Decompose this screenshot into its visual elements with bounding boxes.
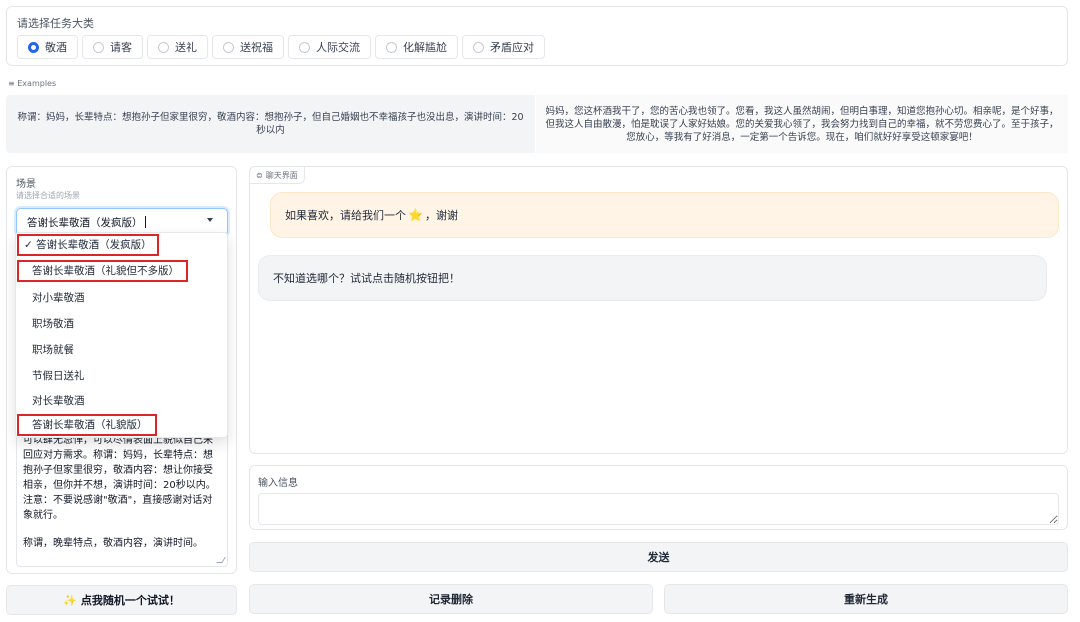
- input-label: 输入信息: [258, 478, 298, 489]
- chat-label: ⊜ 聊天界面: [250, 167, 305, 184]
- dropdown-option[interactable]: ✓ 答谢长辈敬酒（发疯版）: [17, 234, 159, 256]
- radio-option-6[interactable]: 矛盾应对: [462, 35, 545, 59]
- dropdown-option[interactable]: 对长辈敬酒: [18, 391, 85, 411]
- radio-option-4[interactable]: 人际交流: [288, 35, 371, 59]
- scene-select-value: 答谢长辈敬酒（发疯版）: [27, 216, 143, 229]
- task-category-panel: 请选择任务大类 敬酒 请客 送礼 送祝福 人际交流 化解尴尬 矛盾应对: [6, 6, 1068, 66]
- radio-option-1[interactable]: 请客: [82, 35, 143, 59]
- radio-option-0[interactable]: 敬酒: [17, 35, 78, 59]
- clear-history-button[interactable]: 记录删除: [249, 584, 653, 614]
- radio-dot[interactable]: [28, 41, 39, 53]
- radio-label: 化解尴尬: [403, 41, 447, 54]
- list-icon: ≡: [8, 79, 15, 88]
- chat-message-user: 不知道选哪个？试试点击随机按钮把！: [258, 255, 1047, 301]
- text-cursor: [144, 216, 146, 228]
- scene-dropdown-list: ✓ 答谢长辈敬酒（发疯版） 答谢长辈敬酒（礼貌但不多版） 对小辈敬酒 职场敬酒 …: [15, 232, 228, 438]
- input-panel: 输入信息: [249, 465, 1068, 530]
- resize-handle[interactable]: [216, 557, 226, 563]
- example-cell-output[interactable]: 妈妈，您这杯酒我干了，您的苦心我也领了。您看，我这人虽然胡闹，但明白事理，知道您…: [536, 95, 1068, 153]
- radio-dot[interactable]: [223, 41, 234, 53]
- radio-label: 请客: [110, 41, 132, 54]
- radio-dot[interactable]: [386, 41, 397, 53]
- radio-label: 送祝福: [240, 41, 273, 54]
- radio-option-2[interactable]: 送礼: [147, 35, 208, 59]
- dropdown-option[interactable]: 答谢长辈敬酒（礼貌版）: [17, 414, 157, 436]
- scene-title: 场景: [16, 179, 36, 190]
- task-category-radio-group: 敬酒 请客 送礼 送祝福 人际交流 化解尴尬 矛盾应对: [17, 35, 545, 59]
- radio-dot[interactable]: [93, 41, 104, 53]
- examples-label: ≡ Examples: [8, 79, 57, 88]
- radio-dot[interactable]: [158, 41, 169, 53]
- radio-label: 人际交流: [316, 41, 360, 54]
- radio-label: 敬酒: [45, 41, 67, 54]
- dropdown-option[interactable]: 职场敬酒: [18, 314, 74, 334]
- random-try-button[interactable]: ✨ 点我随机一个试试！: [6, 585, 237, 615]
- radio-label: 送礼: [175, 41, 197, 54]
- dropdown-option[interactable]: 对小辈敬酒: [18, 288, 85, 308]
- chat-panel: ⊜ 聊天界面 如果喜欢，请给我们一个 ⭐ ，谢谢 不知道选哪个？试试点击随机按钮…: [249, 166, 1068, 454]
- send-button[interactable]: 发送: [249, 542, 1068, 572]
- chat-message-bot: 如果喜欢，请给我们一个 ⭐ ，谢谢: [270, 192, 1059, 238]
- random-try-label: 点我随机一个试试！: [80, 594, 180, 607]
- scene-prompt-textarea[interactable]: 可以肆无忌惮，可以尽情表面上貌似自己来 回应对方需求。称谓：妈妈，长辈特点：想 …: [16, 427, 228, 567]
- dropdown-option[interactable]: 职场就餐: [18, 340, 74, 360]
- regenerate-button[interactable]: 重新生成: [664, 584, 1068, 614]
- dropdown-option[interactable]: 答谢长辈敬酒（礼貌但不多版）: [17, 260, 188, 282]
- examples-table: 称谓：妈妈，长辈特点：想抱孙子但家里很穷，敬酒内容：想抱孙子，但自己婚姻也不幸福…: [6, 95, 1068, 153]
- radio-dot[interactable]: [473, 41, 484, 53]
- dropdown-option[interactable]: 节假日送礼: [18, 366, 85, 386]
- radio-dot[interactable]: [299, 41, 310, 53]
- magic-wand-icon: ✨: [63, 593, 77, 607]
- task-category-title: 请选择任务大类: [17, 17, 94, 30]
- message-input[interactable]: [258, 493, 1059, 525]
- radio-label: 矛盾应对: [490, 41, 534, 54]
- radio-option-3[interactable]: 送祝福: [212, 35, 284, 59]
- radio-option-5[interactable]: 化解尴尬: [375, 35, 458, 59]
- scene-subtitle: 请选择合适的场景: [16, 191, 80, 200]
- example-cell-input[interactable]: 称谓：妈妈，长辈特点：想抱孙子但家里很穷，敬酒内容：想抱孙子，但自己婚姻也不幸福…: [6, 95, 536, 153]
- chat-bubble-icon: ⊜: [256, 170, 263, 180]
- chevron-down-icon[interactable]: [207, 218, 213, 222]
- star-icon: ⭐: [408, 208, 423, 222]
